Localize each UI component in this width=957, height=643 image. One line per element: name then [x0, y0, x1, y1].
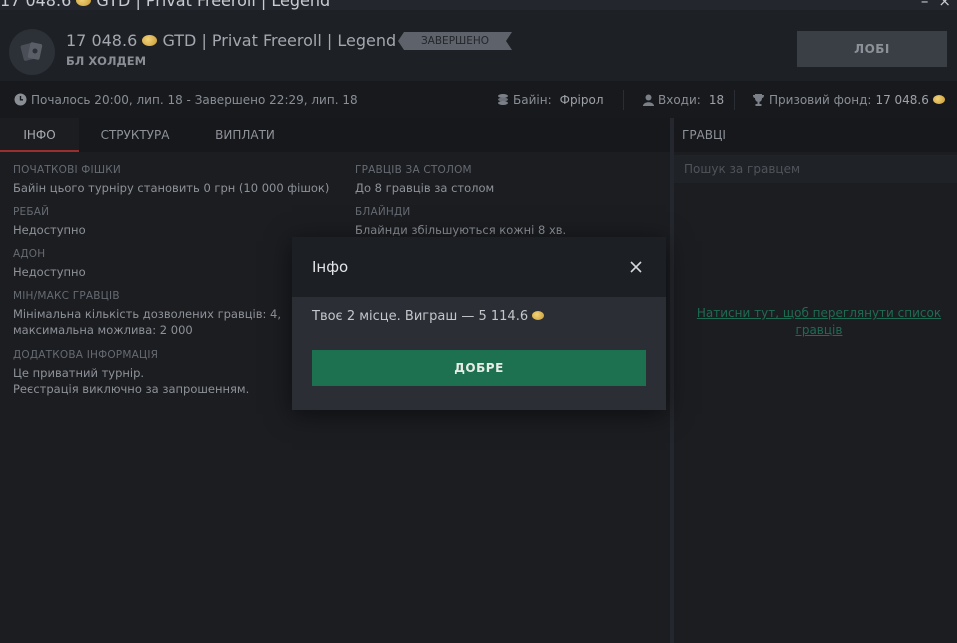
close-icon[interactable]: [628, 259, 644, 275]
dialog-title: Інфо: [312, 258, 349, 276]
dialog-header: Інфо: [292, 237, 666, 297]
coin-icon: [532, 311, 545, 320]
info-dialog: Інфо Твоє 2 місце. Виграш — 5 114.6 ДОБР…: [292, 237, 666, 410]
ok-button[interactable]: ДОБРЕ: [312, 350, 646, 386]
dialog-message: Твоє 2 місце. Виграш — 5 114.6: [312, 309, 545, 324]
